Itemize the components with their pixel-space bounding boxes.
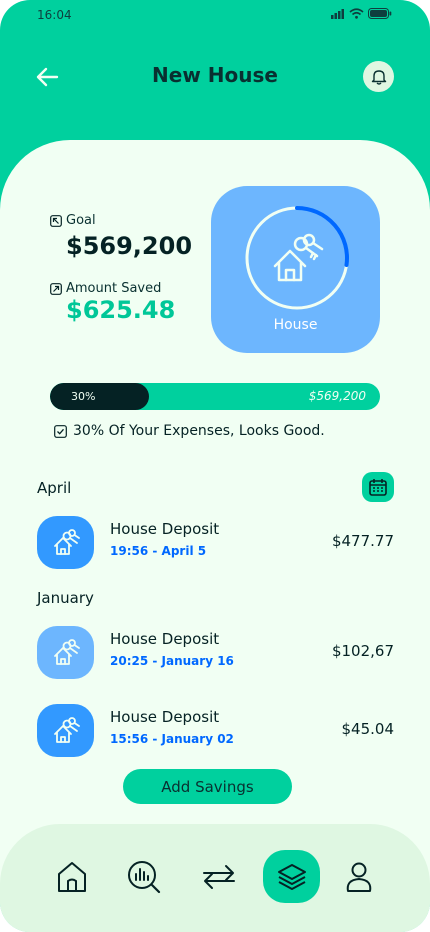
progress-percent: 30% [71,390,96,403]
nav-analysis[interactable] [115,850,172,903]
progress-goal: $569,200 [308,389,366,403]
calendar-icon [369,479,387,496]
profile-icon [346,862,371,892]
goal-arrow-icon [50,214,62,227]
transactions-icon [202,864,235,889]
transaction-date: 19:56 - April 5 [110,544,207,558]
nav-categories[interactable] [263,850,320,903]
house-keys-icon [53,528,80,555]
goal-label: Goal [50,213,96,228]
progress-fill [50,383,149,410]
status-time: 16:04 [37,8,72,22]
transaction-amount: $477.77 [331,532,394,550]
transaction-row[interactable]: House Deposit 20:25 - January 16 $102,67 [37,626,394,679]
home-icon [57,861,86,892]
transaction-amount: $45.04 [341,720,395,738]
nav-transactions[interactable] [190,850,247,903]
signal-icon [331,8,344,19]
transaction-title: House Deposit [110,708,220,726]
transaction-title: House Deposit [110,520,220,538]
expense-note: 30% Of Your Expenses, Looks Good. [54,423,325,439]
transaction-row[interactable]: House Deposit 15:56 - January 02 $45.04 [37,704,394,757]
status-icons [331,8,392,19]
nav-home[interactable] [43,850,100,903]
layers-icon [277,863,306,890]
house-keys-icon [53,638,80,665]
header: New House [0,55,430,97]
goal-label-text: Goal [66,213,96,228]
savings-progress-bar: 30% $569,200 [50,383,380,410]
house-keys-icon [273,233,324,282]
analysis-icon [127,860,160,893]
phone-screen: 16:04 New House Goal $569,200 Amount Sav… [0,0,430,932]
expense-note-text: 30% Of Your Expenses, Looks Good. [73,423,325,439]
transaction-icon-box [37,516,94,569]
notifications-button[interactable] [363,61,394,92]
category-card: House [211,186,380,353]
bottom-nav [0,824,430,932]
transaction-date: 20:25 - January 16 [110,654,234,668]
category-label: House [273,317,318,333]
transaction-date: 15:56 - January 02 [110,732,234,746]
calendar-button[interactable] [362,472,394,502]
amount-saved-label-text: Amount Saved [66,281,162,296]
nav-profile[interactable] [330,850,387,903]
amount-saved-label: Amount Saved [50,281,161,296]
status-bar: 16:04 [0,0,430,30]
goal-value: $569,200 [66,232,193,260]
bell-icon [371,69,386,85]
transaction-title: House Deposit [110,630,220,648]
transaction-row[interactable]: House Deposit 19:56 - April 5 $477.77 [37,516,394,569]
add-savings-button[interactable]: Add Savings [123,769,292,804]
house-keys-icon [53,716,80,743]
battery-icon [368,8,392,19]
transaction-amount: $102,67 [331,642,394,660]
check-box-icon [54,424,67,438]
amount-saved-value: $625.48 [66,296,176,324]
savings-progress-ring [245,206,349,310]
month-header-april: April [37,479,72,497]
wifi-icon [349,8,364,19]
saved-arrow-icon [50,282,62,295]
month-header-january: January [37,589,94,607]
transaction-icon-box [37,626,94,679]
transaction-icon-box [37,704,94,757]
